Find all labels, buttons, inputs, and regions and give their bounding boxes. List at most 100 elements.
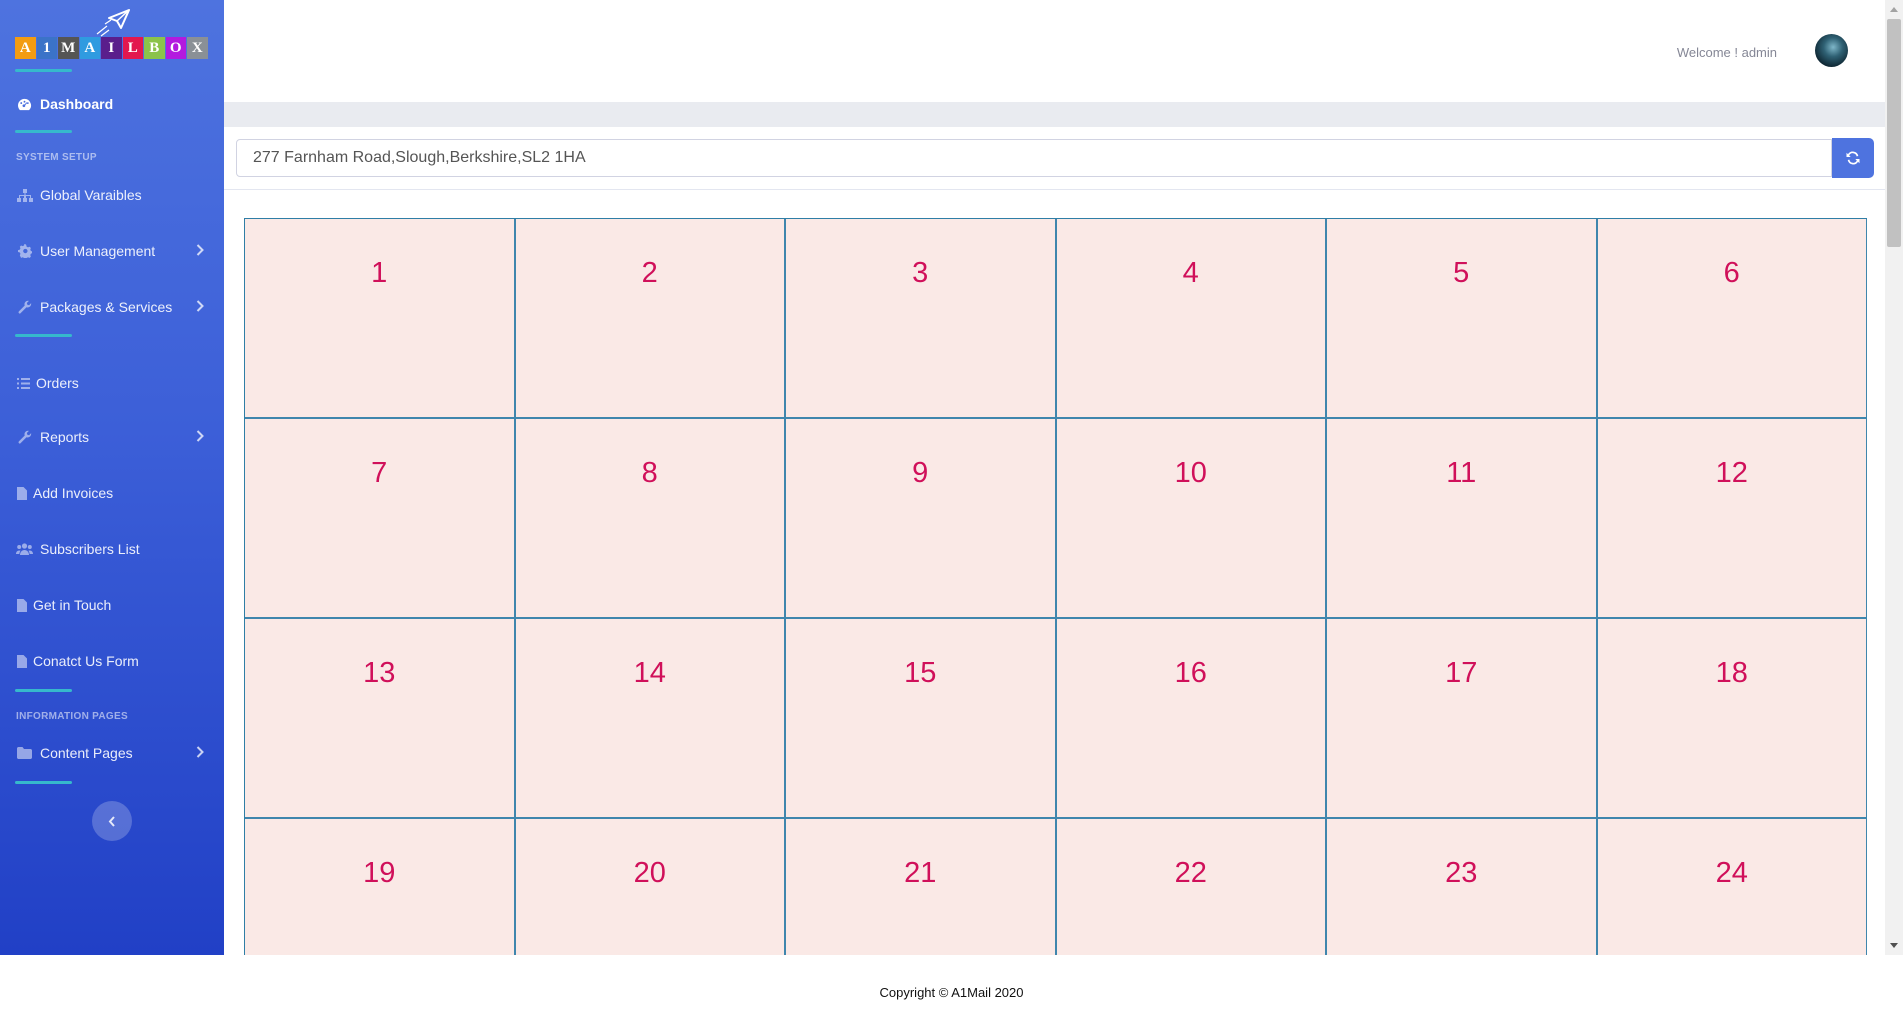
sidebar-heading-system-setup: System Setup xyxy=(16,152,97,163)
vertical-scrollbar[interactable] xyxy=(1885,0,1903,955)
mailbox-number: 6 xyxy=(1723,257,1740,289)
mailbox-cell[interactable]: 16 xyxy=(1056,619,1327,819)
mailbox-cell[interactable]: 8 xyxy=(515,419,786,619)
brand-letter: A xyxy=(15,37,36,59)
sidebar-item-subscribers-list[interactable]: Subscribers List xyxy=(0,527,224,571)
mailbox-number: 2 xyxy=(641,257,658,289)
sidebar-item-packages-services[interactable]: Packages & Services xyxy=(0,285,224,329)
mailbox-number: 8 xyxy=(641,457,658,489)
footer: Copyright © A1Mail 2020 xyxy=(0,955,1903,1032)
mailbox-number: 9 xyxy=(912,457,929,489)
sidebar-item-contact-us-form[interactable]: Conatct Us Form xyxy=(0,639,224,683)
sidebar-item-reports[interactable]: Reports xyxy=(0,415,224,459)
mailbox-number: 20 xyxy=(633,857,666,889)
mailbox-cell[interactable]: 3 xyxy=(786,219,1057,419)
sidebar-item-content-pages[interactable]: Content Pages xyxy=(0,731,224,775)
mailbox-number: 15 xyxy=(904,657,937,689)
scroll-down-arrow-icon[interactable] xyxy=(1889,940,1899,950)
sidebar-item-label: Conatct Us Form xyxy=(33,653,139,669)
users-icon xyxy=(16,542,33,556)
mailbox-cell[interactable]: 17 xyxy=(1327,619,1598,819)
mailbox-cell[interactable]: 7 xyxy=(245,419,516,619)
avatar[interactable] xyxy=(1815,34,1848,67)
mailbox-cell[interactable]: 9 xyxy=(786,419,1057,619)
sitemap-icon xyxy=(16,188,33,202)
sidebar-item-label: Add Invoices xyxy=(33,485,114,501)
brand-letter: I xyxy=(101,37,122,59)
mailbox-number: 3 xyxy=(912,257,929,289)
scroll-up-arrow-icon[interactable] xyxy=(1889,4,1899,14)
mailbox-cell[interactable]: 12 xyxy=(1597,419,1867,619)
refresh-icon xyxy=(1846,151,1860,165)
mailbox-number: 19 xyxy=(363,857,396,889)
mailbox-cell[interactable]: 11 xyxy=(1327,419,1598,619)
brand-logo[interactable]: A 1 M A I L B O X xyxy=(15,8,209,64)
paper-plane-icon xyxy=(96,9,130,37)
refresh-button[interactable] xyxy=(1832,138,1874,178)
mailbox-cell[interactable]: 4 xyxy=(1056,219,1327,419)
brand-letter: X xyxy=(187,37,208,59)
sidebar-item-add-invoices[interactable]: Add Invoices xyxy=(0,471,224,515)
sidebar-item-label: Packages & Services xyxy=(40,299,173,315)
chevron-right-icon xyxy=(196,430,204,442)
tachometer-icon xyxy=(16,97,33,111)
mailbox-cell[interactable]: 22 xyxy=(1056,819,1327,955)
mailbox-number: 4 xyxy=(1182,257,1199,289)
sidebar: A 1 M A I L B O X Dashboard System Setup… xyxy=(0,0,224,955)
gear-icon xyxy=(16,244,33,258)
mailbox-number: 17 xyxy=(1445,657,1478,689)
sidebar-item-label: User Management xyxy=(40,243,156,259)
folder-icon xyxy=(16,746,33,760)
sidebar-item-label: Content Pages xyxy=(40,745,133,761)
mailbox-cell[interactable]: 21 xyxy=(786,819,1057,955)
mailbox-cell[interactable]: 15 xyxy=(786,619,1057,819)
brand-letter: M xyxy=(58,37,79,59)
mailbox-cell[interactable]: 10 xyxy=(1056,419,1327,619)
brand-letter: O xyxy=(165,37,186,59)
file-icon xyxy=(16,486,27,500)
sidebar-item-label: Subscribers List xyxy=(40,541,140,557)
mailbox-cell[interactable]: 5 xyxy=(1327,219,1598,419)
sidebar-item-global-variables[interactable]: Global Varaibles xyxy=(0,173,224,217)
mailbox-cell[interactable]: 18 xyxy=(1597,619,1867,819)
mailbox-number: 11 xyxy=(1446,457,1477,489)
list-icon xyxy=(16,376,30,390)
mailbox-cell[interactable]: 13 xyxy=(245,619,516,819)
mailbox-number: 16 xyxy=(1174,657,1207,689)
topbar-divider xyxy=(224,102,1885,127)
copyright-text: Copyright © A1Mail 2020 xyxy=(879,985,1024,1000)
mailbox-number: 1 xyxy=(371,257,388,289)
wrench-icon xyxy=(16,300,33,314)
brand-letter: L xyxy=(122,37,143,59)
mailbox-number: 5 xyxy=(1453,257,1470,289)
sidebar-item-get-in-touch[interactable]: Get in Touch xyxy=(0,583,224,627)
sidebar-item-dashboard[interactable]: Dashboard xyxy=(0,82,224,126)
mailbox-grid-container: 1 2 3 4 5 6 7 8 9 10 11 12 13 14 15 16 1… xyxy=(244,218,1867,955)
sidebar-divider xyxy=(15,689,72,692)
mailbox-grid: 1 2 3 4 5 6 7 8 9 10 11 12 13 14 15 16 1… xyxy=(244,218,1867,955)
brand-letter: 1 xyxy=(36,37,57,59)
sidebar-item-label: Reports xyxy=(40,429,90,445)
sidebar-item-label: Orders xyxy=(36,375,79,391)
mailbox-cell[interactable]: 23 xyxy=(1327,819,1598,955)
mailbox-cell[interactable]: 20 xyxy=(515,819,786,955)
sidebar-item-label: Global Varaibles xyxy=(40,187,142,203)
mailbox-number: 13 xyxy=(363,657,396,689)
mailbox-number: 10 xyxy=(1174,457,1207,489)
mailbox-cell[interactable]: 14 xyxy=(515,619,786,819)
sidebar-item-orders[interactable]: Orders xyxy=(0,361,224,405)
mailbox-number: 23 xyxy=(1445,857,1478,889)
brand-letter: A xyxy=(79,37,100,59)
mailbox-cell[interactable]: 2 xyxy=(515,219,786,419)
mailbox-cell[interactable]: 24 xyxy=(1597,819,1867,955)
sidebar-item-label: Dashboard xyxy=(40,96,114,112)
scrollbar-thumb[interactable] xyxy=(1887,19,1901,247)
mailbox-cell[interactable]: 19 xyxy=(245,819,516,955)
sidebar-toggle-button[interactable] xyxy=(92,801,132,841)
sidebar-divider xyxy=(15,334,72,337)
address-input[interactable] xyxy=(236,139,1832,177)
mailbox-cell[interactable]: 1 xyxy=(245,219,516,419)
mailbox-cell[interactable]: 6 xyxy=(1597,219,1867,419)
sidebar-item-user-management[interactable]: User Management xyxy=(0,229,224,273)
welcome-text[interactable]: Welcome ! admin xyxy=(1677,45,1777,60)
